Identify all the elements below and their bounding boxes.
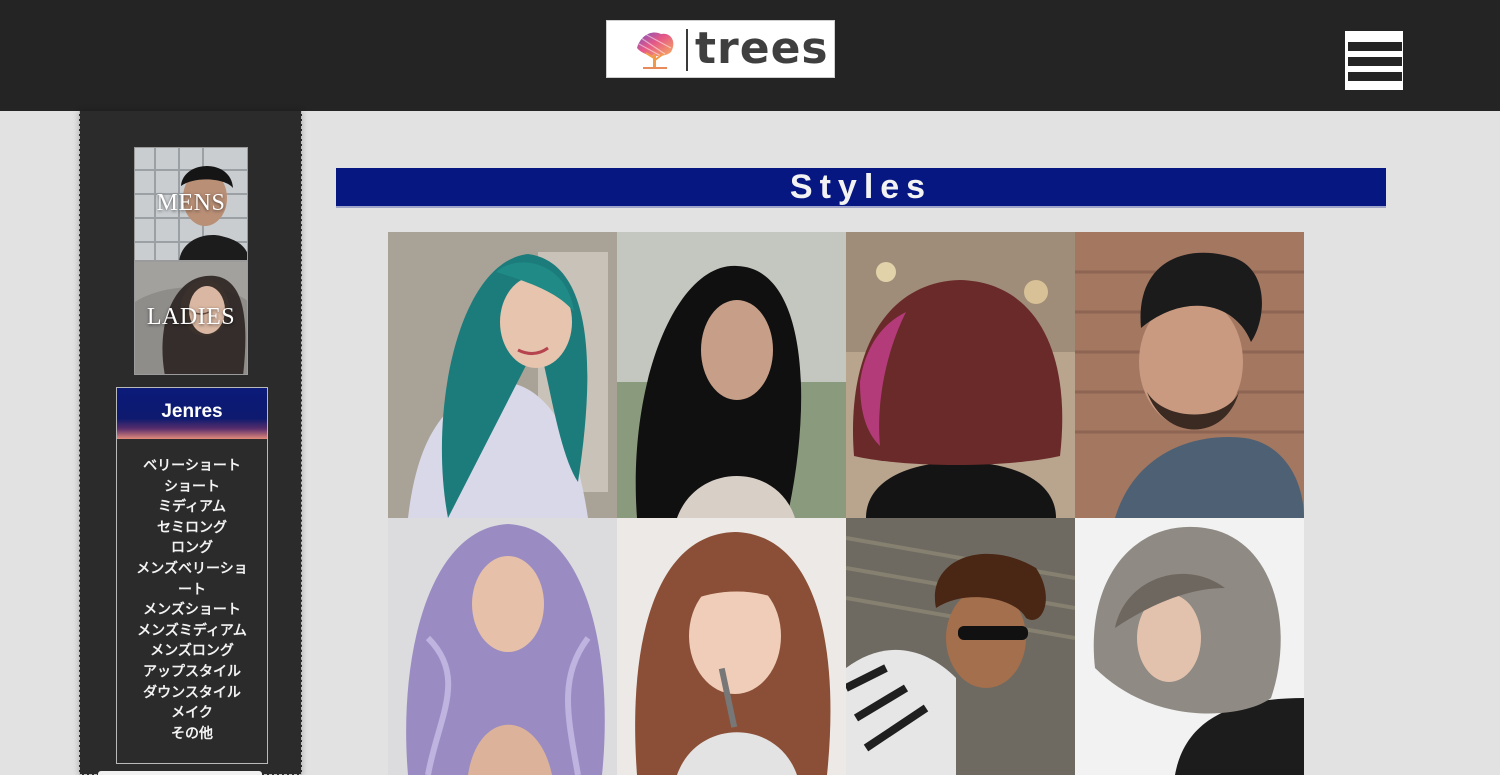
tree-logo-icon [637, 32, 674, 69]
jenres-item[interactable]: ベリーショート [129, 456, 255, 477]
hamburger-menu-icon[interactable] [1345, 31, 1403, 90]
site-header: trees [0, 0, 1500, 111]
jenres-item[interactable]: ミディアム [129, 497, 255, 518]
jenres-item[interactable]: ダウンスタイル [129, 683, 255, 704]
mens-label: MENS [156, 190, 226, 216]
gallery-photo-lavender-wavy-hair[interactable] [388, 518, 617, 775]
sidebar: MENS LADIES Jenres ベリーショート ショート ミディアム セミ… [79, 111, 302, 775]
jenres-item[interactable]: ショート [129, 477, 255, 498]
gallery-photo-teal-long-hair[interactable] [388, 232, 617, 518]
jenres-item[interactable]: メンズベリーショ [129, 559, 255, 580]
jenres-item[interactable]: メンズミディアム [129, 621, 255, 642]
jenres-item[interactable]: セミロング [129, 518, 255, 539]
jenres-list: ベリーショート ショート ミディアム セミロング ロング メンズベリーショ ート… [117, 439, 267, 744]
logo-text: trees [695, 23, 829, 74]
jenres-item[interactable]: アップスタイル [129, 662, 255, 683]
jenres-item[interactable]: メンズロング [129, 641, 255, 662]
section-title-styles: Styles [336, 168, 1386, 208]
gallery-photo-mens-curly-hair[interactable] [846, 518, 1075, 775]
logo-divider [686, 29, 688, 71]
jenres-item[interactable]: メイク [129, 703, 255, 724]
jenres-panel: Jenres ベリーショート ショート ミディアム セミロング ロング メンズベ… [116, 387, 268, 764]
ladies-category-link[interactable]: LADIES [134, 261, 248, 375]
jenres-item[interactable]: ロング [129, 538, 255, 559]
style-gallery [388, 232, 1305, 775]
gallery-photo-mens-pompadour[interactable] [1075, 232, 1304, 518]
site-logo[interactable]: trees [606, 20, 835, 78]
sidebar-next-panel [98, 771, 262, 775]
jenres-item[interactable]: ート [129, 580, 255, 601]
jenres-title: Jenres [117, 388, 267, 439]
mens-category-link[interactable]: MENS [134, 147, 248, 261]
jenres-item[interactable]: メンズショート [129, 600, 255, 621]
gallery-photo-burgundy-bob[interactable] [846, 232, 1075, 518]
gallery-photo-black-long-hair[interactable] [617, 232, 846, 518]
ladies-label: LADIES [146, 304, 236, 330]
gallery-photo-ash-bob[interactable] [1075, 518, 1304, 775]
gallery-photo-brown-bangs-hair[interactable] [617, 518, 846, 775]
jenres-item[interactable]: その他 [129, 724, 255, 745]
